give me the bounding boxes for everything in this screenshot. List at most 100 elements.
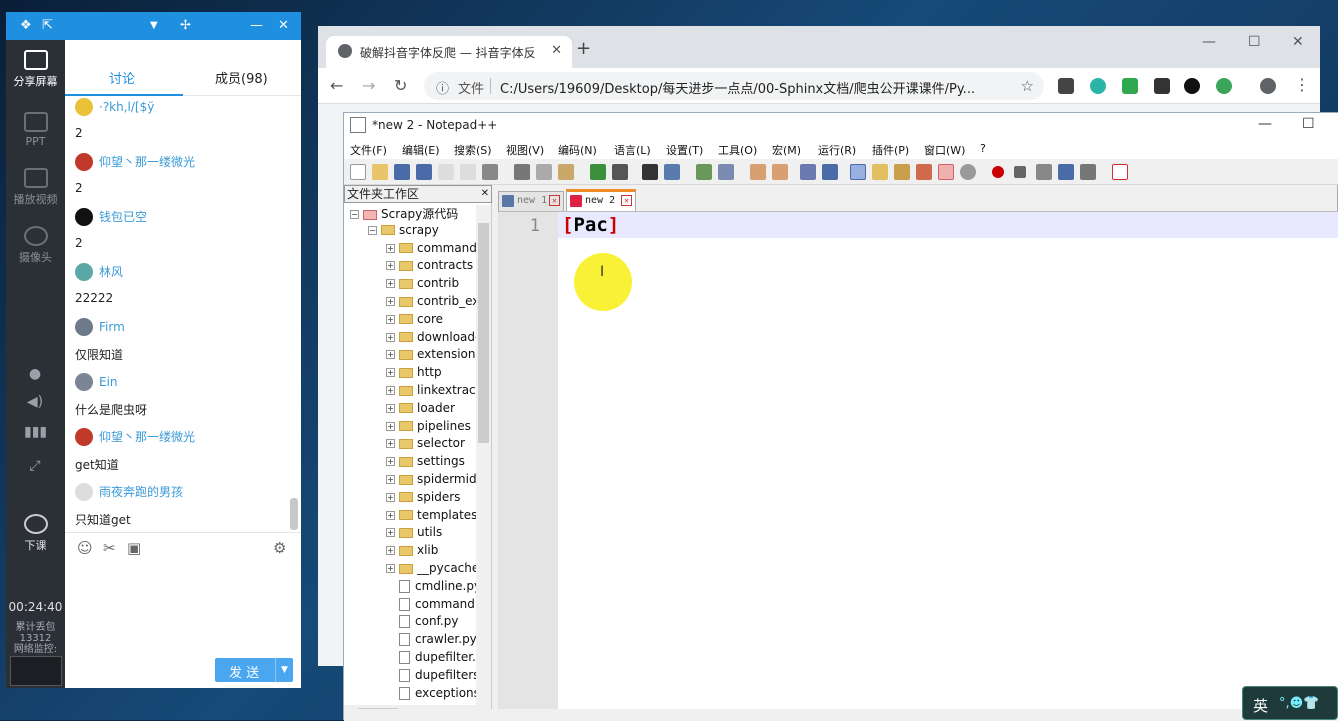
record-macro-icon[interactable] xyxy=(992,166,1004,178)
show-all-chars-icon[interactable] xyxy=(822,164,838,180)
doc-tab-close-icon[interactable]: ✕ xyxy=(621,195,632,206)
scissors-icon[interactable]: ✂ xyxy=(103,539,116,557)
tree-file-node[interactable]: exceptions.py xyxy=(386,686,476,703)
zoom-in-icon[interactable] xyxy=(696,164,712,180)
tree-folder-node[interactable]: + spiders xyxy=(386,490,476,507)
tree-folder-node[interactable]: + extensions xyxy=(386,347,476,364)
tree-folder-node[interactable]: + commands xyxy=(386,241,476,258)
expand-icon[interactable]: + xyxy=(386,546,395,556)
tree-file-node[interactable]: dupefilters.py xyxy=(386,668,476,685)
redo-icon[interactable] xyxy=(612,164,628,180)
function-list-icon[interactable] xyxy=(894,164,910,180)
editor-horizontal-scrollbar[interactable] xyxy=(344,709,1338,721)
tree-folder-node[interactable]: + spidermiddlewares xyxy=(386,472,476,489)
expand-icon[interactable]: + xyxy=(386,297,395,306)
menu-window[interactable]: 窗口(W) xyxy=(924,142,965,158)
dropdown-icon[interactable]: ▼ xyxy=(150,20,158,31)
doc-tab-close-icon[interactable]: ✕ xyxy=(549,195,560,206)
panel-close-icon[interactable]: ✕ xyxy=(481,186,489,202)
tree-folder-node[interactable]: − Scrapy源代码 xyxy=(350,205,476,222)
extension-icon[interactable] xyxy=(1216,78,1232,94)
share-screen-button[interactable]: 分享屏幕 xyxy=(6,50,65,89)
settings-icon[interactable]: ❖ xyxy=(20,18,32,33)
expand-icon[interactable]: + xyxy=(386,510,395,520)
save-all-icon[interactable] xyxy=(416,164,432,180)
tree-folder-node[interactable]: + settings xyxy=(386,454,476,471)
find-icon[interactable] xyxy=(642,164,658,180)
menu-tools[interactable]: 工具(O) xyxy=(718,142,757,158)
tree-file-node[interactable]: command.py xyxy=(386,597,476,614)
url-text[interactable]: C:/Users/19609/Desktop/每天进步一点点/00-Sphinx… xyxy=(500,78,1000,97)
ime-indicator[interactable]: 英 °,☻👕 xyxy=(1242,686,1338,720)
doc-map-icon[interactable] xyxy=(872,164,888,180)
expand-icon[interactable]: + xyxy=(386,332,395,342)
gear-icon[interactable]: ⚙ xyxy=(273,539,286,557)
microphone-icon[interactable]: ● xyxy=(24,366,46,384)
play-video-button[interactable]: 播放视频 xyxy=(6,168,65,207)
save-icon[interactable] xyxy=(394,164,410,180)
replace-icon[interactable] xyxy=(664,164,680,180)
tree-scroll-thumb[interactable] xyxy=(478,223,489,443)
new-tab-icon[interactable]: + xyxy=(576,38,591,59)
bookmark-star-icon[interactable]: ☆ xyxy=(1021,77,1034,95)
menu-language[interactable]: 语言(L) xyxy=(614,142,651,158)
indent-guide-icon[interactable] xyxy=(850,164,866,180)
paste-icon[interactable] xyxy=(558,164,574,180)
notepad-minimize-icon[interactable]: — xyxy=(1258,116,1272,132)
extension-icon[interactable] xyxy=(1090,78,1106,94)
expand-icon[interactable]: + xyxy=(386,279,395,289)
send-button[interactable]: 发 送 ▼ xyxy=(215,658,293,682)
tree-folder-node[interactable]: + templates xyxy=(386,508,476,525)
tree-folder-node[interactable]: + utils xyxy=(386,525,476,542)
speaker-icon[interactable]: ◀) xyxy=(24,394,46,412)
tab-members[interactable]: 成员(98) xyxy=(215,68,268,87)
menu-icon[interactable]: ⋮ xyxy=(1294,75,1310,94)
expand-icon[interactable]: + xyxy=(386,492,395,502)
expand-icon[interactable]: + xyxy=(386,403,395,413)
tree-folder-node[interactable]: + core xyxy=(386,312,476,329)
expand-icon[interactable]: + xyxy=(386,564,395,573)
expand-icon[interactable]: + xyxy=(386,386,395,395)
folder-workspace-icon[interactable] xyxy=(916,164,932,180)
sync-horizontal-icon[interactable] xyxy=(772,164,788,180)
tree-file-node[interactable]: conf.py xyxy=(386,614,476,631)
menu-help[interactable]: ? xyxy=(980,142,986,155)
stop-macro-icon[interactable] xyxy=(1014,166,1026,178)
doc-tab-new2[interactable]: new 2 ✕ xyxy=(566,189,636,211)
tab-close-icon[interactable]: ✕ xyxy=(551,43,562,58)
menu-plugins[interactable]: 插件(P) xyxy=(872,142,909,158)
menu-view[interactable]: 视图(V) xyxy=(506,142,544,158)
tree-file-node[interactable]: crawler.py xyxy=(386,632,476,649)
zoom-out-icon[interactable] xyxy=(718,164,734,180)
tree-folder-node[interactable]: + selector xyxy=(386,436,476,453)
tree-folder-node[interactable]: − scrapy xyxy=(368,223,476,240)
expand-icon[interactable]: + xyxy=(386,261,395,271)
menu-settings[interactable]: 设置(T) xyxy=(666,142,703,158)
tree-folder-node[interactable]: + __pycache__ xyxy=(386,561,476,578)
fullscreen-icon[interactable]: ⤢ xyxy=(24,458,46,476)
save-macro-icon[interactable] xyxy=(1080,164,1096,180)
pin-icon[interactable]: ✢ xyxy=(180,18,191,33)
ppt-button[interactable]: PPT xyxy=(6,112,65,148)
tree-folder-node[interactable]: + downloader xyxy=(386,330,476,347)
notepad-maximize-icon[interactable]: ☐ xyxy=(1302,116,1315,132)
close-all-icon[interactable] xyxy=(460,164,476,180)
open-file-icon[interactable] xyxy=(372,164,388,180)
code-line[interactable]: [Pac] xyxy=(562,214,619,236)
profile-icon[interactable] xyxy=(1260,78,1276,94)
extension-icon[interactable] xyxy=(1058,78,1074,94)
emoji-icon[interactable]: ☺ xyxy=(77,539,93,557)
extension-icon[interactable] xyxy=(1122,78,1138,94)
browser-close-icon[interactable]: ✕ xyxy=(1292,34,1304,50)
menu-encoding[interactable]: 编码(N) xyxy=(558,142,597,158)
expand-icon[interactable]: + xyxy=(386,314,395,324)
run-macro-multiple-icon[interactable] xyxy=(1058,164,1074,180)
monitoring-icon[interactable] xyxy=(938,164,954,180)
menu-file[interactable]: 文件(F) xyxy=(350,142,387,158)
volume-bars-icon[interactable]: ▮▮▮ xyxy=(24,424,47,442)
end-class-button[interactable]: 下课 xyxy=(6,514,65,553)
tree-folder-node[interactable]: + pipelines xyxy=(386,419,476,436)
browser-tab[interactable]: 破解抖音字体反爬 — 抖音字体反 ✕ xyxy=(326,36,572,68)
browser-maximize-icon[interactable]: ☐ xyxy=(1248,34,1261,50)
tree-folder-node[interactable]: + xlib xyxy=(386,543,476,560)
